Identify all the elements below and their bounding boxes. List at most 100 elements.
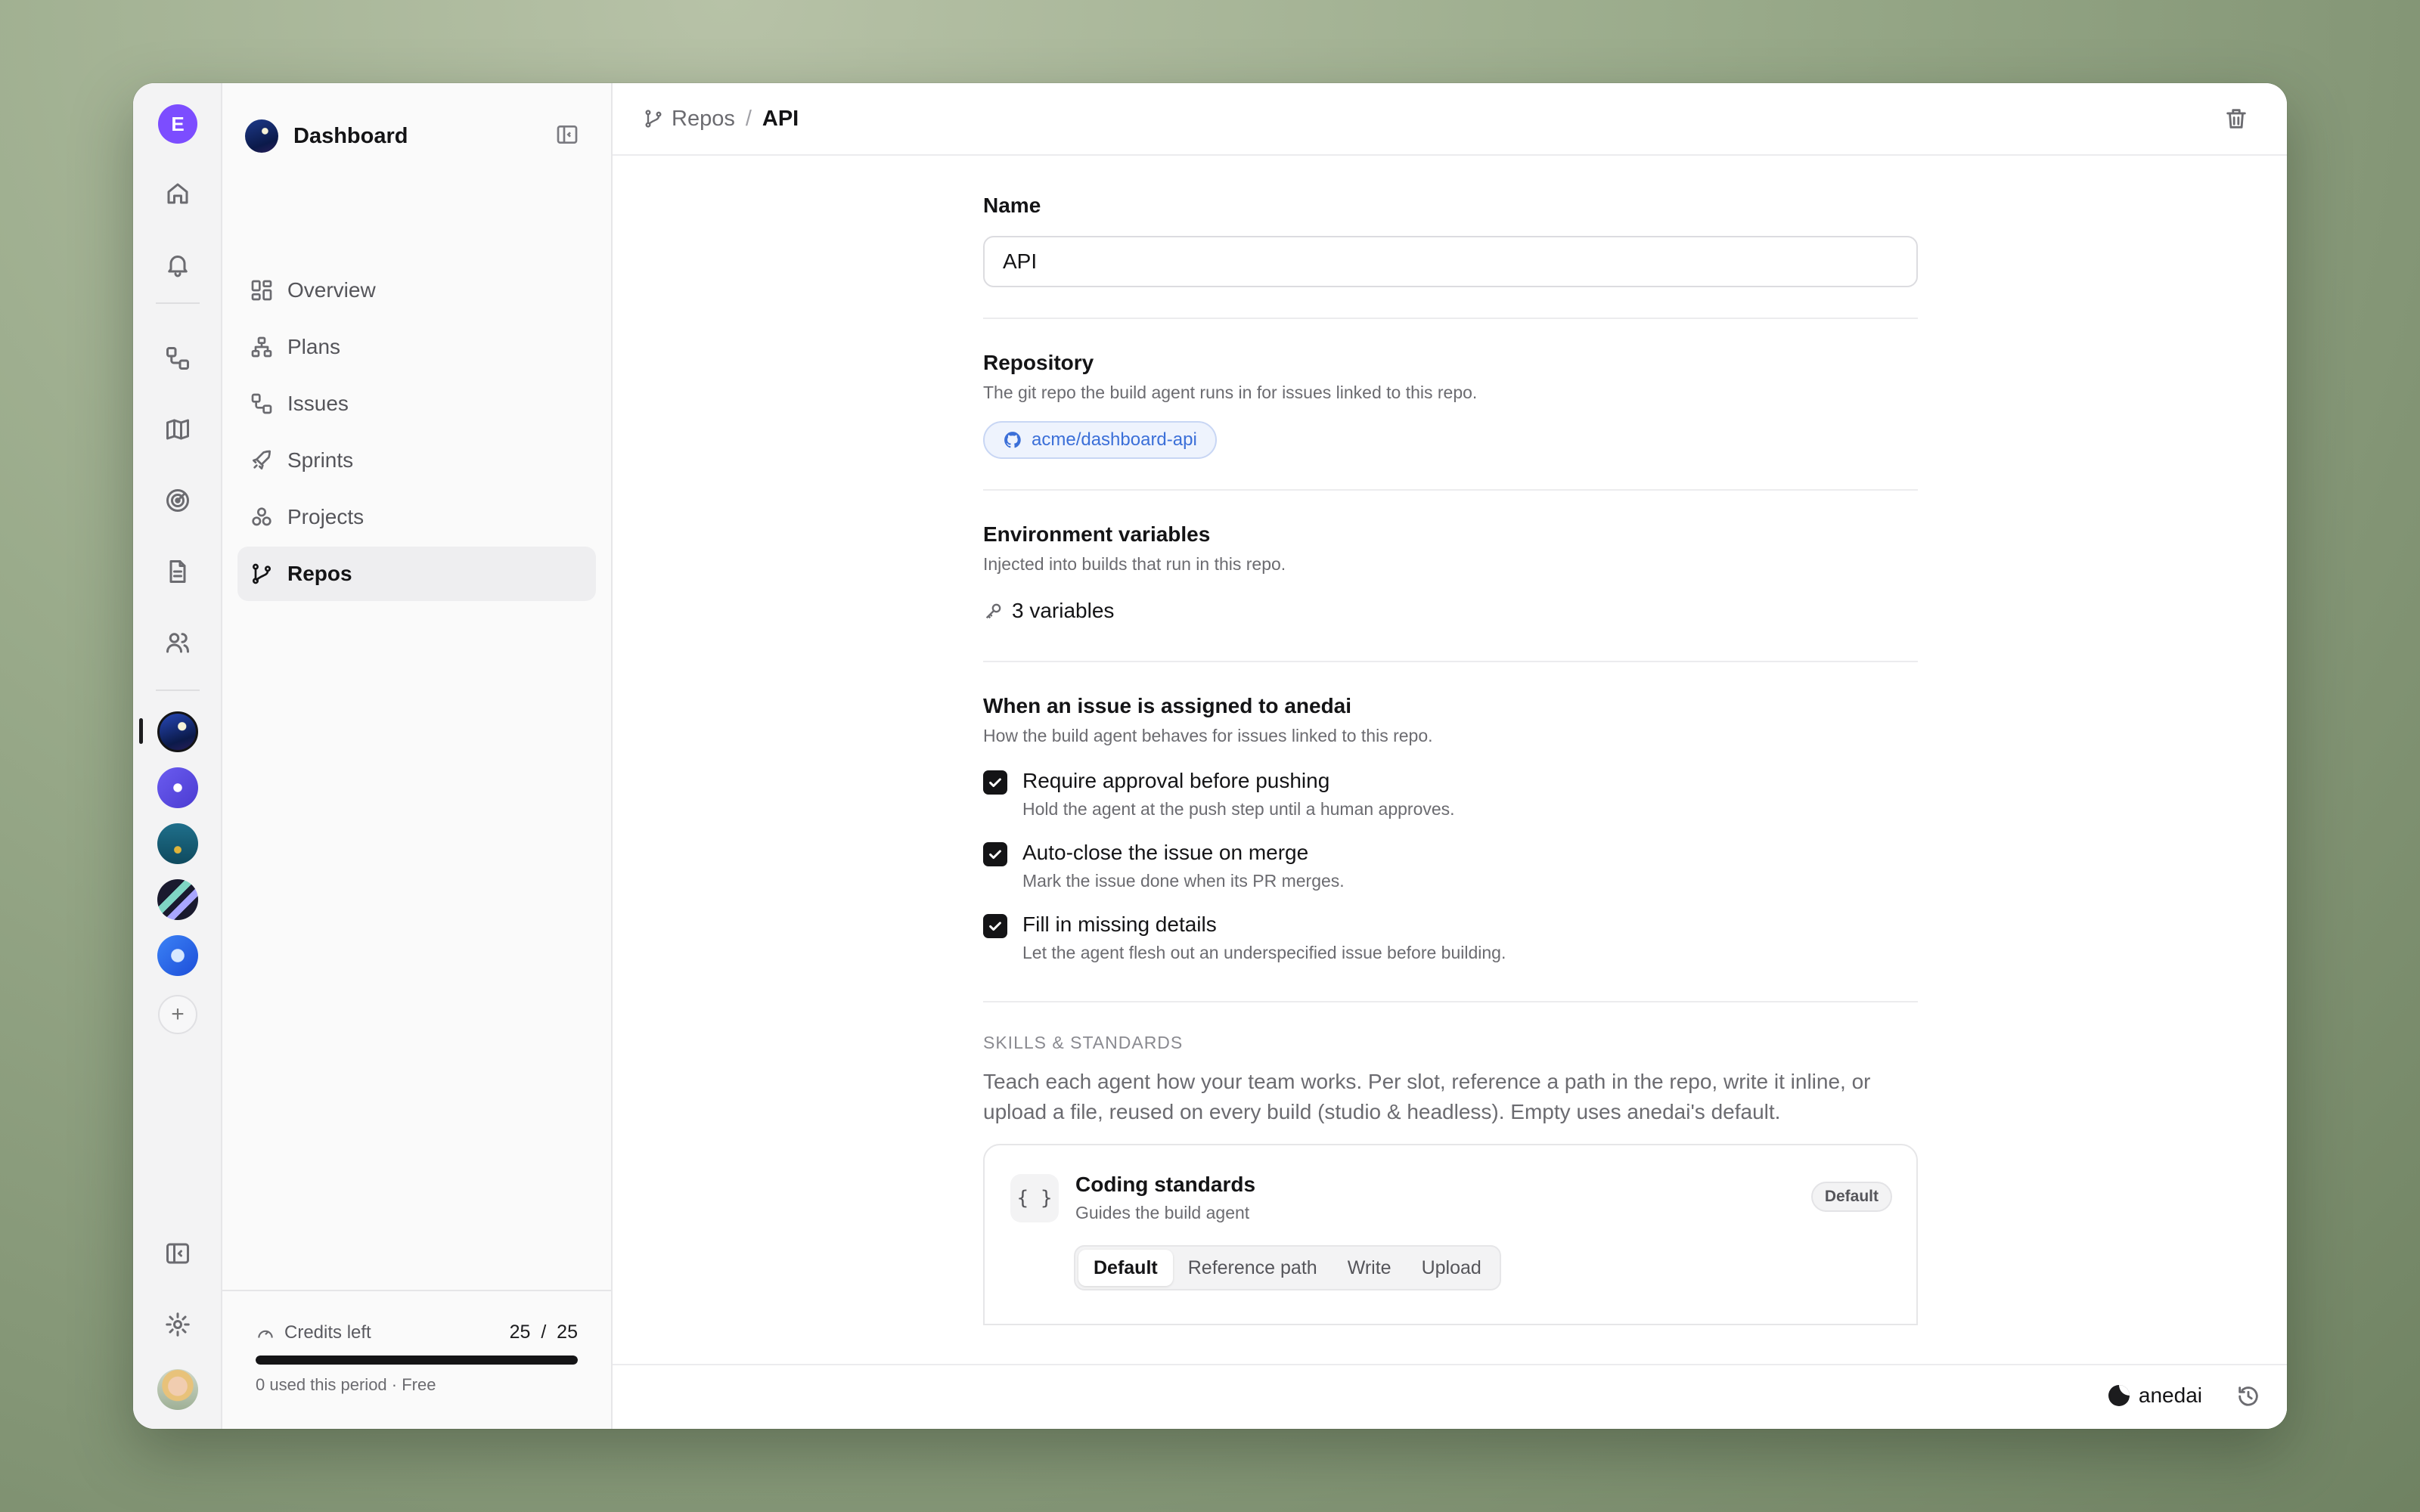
tab-write[interactable]: Write (1333, 1250, 1407, 1286)
gear-icon (166, 1312, 190, 1337)
settings-button[interactable] (133, 1303, 222, 1346)
credits-value: 25 / 25 (509, 1321, 578, 1343)
notifications-button[interactable] (133, 243, 222, 286)
tab-upload[interactable]: Upload (1407, 1250, 1497, 1286)
credits-panel: Credits left 25 / 25 0 used this period … (222, 1290, 611, 1429)
breadcrumb-separator: / (745, 106, 752, 131)
card-subtitle: Guides the build agent (1075, 1203, 1250, 1222)
breadcrumb-current: API (762, 106, 799, 131)
sidebar-nav: Overview Plans Issues Sprints Projects R… (237, 263, 596, 603)
rocket-icon (253, 450, 271, 469)
workspace-forest-icon (157, 823, 198, 864)
sidebar-item-label: Projects (287, 505, 365, 528)
hierarchy-icon (251, 336, 272, 358)
credits-sub: 0 used this period · Free (256, 1375, 436, 1394)
repository-desc: The git repo the build agent runs in for… (983, 383, 1478, 402)
sidebar-item-issues[interactable]: Issues (237, 376, 596, 431)
option-auto-close: Auto-close the issue on merge Mark the i… (983, 841, 1918, 891)
document-icon (169, 560, 186, 583)
toggle-sidebar-button[interactable] (133, 1232, 222, 1275)
collapse-sidebar-button[interactable] (555, 122, 579, 150)
option-title: Fill in missing details (1022, 912, 1217, 936)
sidebar-item-projects[interactable]: Projects (237, 490, 596, 544)
workspace-logo (245, 119, 278, 153)
coding-standards-card: { } Coding standards Guides the build ag… (983, 1144, 1918, 1325)
issues-icon (166, 347, 189, 370)
radar-button[interactable] (133, 479, 222, 522)
assignment-desc: How the build agent behaves for issues l… (983, 726, 1433, 745)
add-workspace-button[interactable]: + (133, 993, 222, 1036)
issues-nav-button[interactable] (133, 337, 222, 380)
require-approval-checkbox[interactable] (983, 770, 1007, 795)
profile-avatar (157, 1369, 198, 1410)
workspace-dashboard-icon (157, 711, 198, 752)
fill-details-checkbox[interactable] (983, 914, 1007, 938)
auto-close-checkbox[interactable] (983, 842, 1007, 866)
workspace-dashboard-button[interactable] (133, 711, 222, 753)
breadcrumb: Repos / API (643, 107, 799, 132)
skills-desc: Teach each agent how your team works. Pe… (983, 1070, 1871, 1123)
profile-button[interactable] (133, 1368, 222, 1411)
skills-section: SKILLS & STANDARDS Teach each agent how … (983, 1002, 1918, 1325)
delete-repo-button[interactable] (2223, 106, 2249, 135)
history-icon (2238, 1387, 2258, 1406)
assignment-label: When an issue is assigned to anedai (983, 694, 1352, 717)
collapse-sidebar-icon (557, 125, 578, 144)
repository-section: Repository The git repo the build agent … (983, 319, 1918, 489)
option-title: Auto-close the issue on merge (1022, 841, 1309, 864)
env-label: Environment variables (983, 522, 1211, 546)
workspace-stripes-icon (157, 879, 198, 920)
members-button[interactable] (133, 621, 222, 664)
repo-chip-label: acme/dashboard-api (1032, 429, 1197, 450)
credits-label-group: Credits left (256, 1322, 371, 1343)
footer-bar: anedai (613, 1364, 2287, 1429)
checkmark-icon (989, 850, 1001, 860)
rail-divider (156, 689, 200, 691)
workspace-cube-button[interactable] (133, 934, 222, 977)
checkmark-icon (989, 778, 1001, 788)
sidebar-item-repos[interactable]: Repos (237, 547, 596, 601)
tab-reference-path[interactable]: Reference path (1173, 1250, 1333, 1286)
tab-default[interactable]: Default (1078, 1250, 1173, 1286)
icon-rail: E + (133, 83, 222, 1429)
skills-title: SKILLS & STANDARDS (983, 1033, 1184, 1052)
git-branch-icon (645, 110, 662, 128)
credits-label: Credits left (284, 1321, 371, 1343)
user-avatar-button[interactable]: E (133, 103, 222, 145)
card-title: Coding standards (1075, 1173, 1256, 1196)
repo-settings-form: Name Repository The git repo the build a… (983, 156, 1918, 1325)
github-icon (1004, 432, 1021, 448)
sidebar-item-sprints[interactable]: Sprints (237, 433, 596, 488)
users-icon (166, 633, 189, 653)
workspace-planet-icon (157, 767, 198, 808)
rail-divider (156, 302, 200, 304)
repo-chip[interactable]: acme/dashboard-api (983, 421, 1217, 459)
sidebar-item-label: Plans (287, 335, 341, 358)
workspace-stripes-button[interactable] (133, 878, 222, 921)
repository-label: Repository (983, 351, 1094, 374)
workspace-title: Dashboard (293, 123, 408, 148)
breadcrumb-parent-link[interactable]: Repos (672, 107, 735, 132)
workspace-forest-button[interactable] (133, 823, 222, 865)
sidebar-header: Dashboard (245, 112, 588, 160)
grid-icon (251, 280, 272, 301)
agent-selector[interactable]: anedai (2108, 1383, 2202, 1408)
docs-button[interactable] (133, 550, 222, 593)
agent-logo-icon (2108, 1385, 2130, 1406)
sidebar-item-label: Overview (287, 278, 376, 302)
env-variables-button[interactable]: 3 variables (983, 599, 1918, 623)
sidebar-item-overview[interactable]: Overview (237, 263, 596, 318)
projects-icon (252, 507, 271, 526)
key-icon (985, 603, 1001, 619)
name-input[interactable] (983, 236, 1918, 287)
env-variables-count: 3 variables (1012, 599, 1115, 622)
roadmap-button[interactable] (133, 408, 222, 451)
workspace-planet-button[interactable] (133, 767, 222, 809)
home-icon (167, 183, 188, 204)
option-title: Require approval before pushing (1022, 769, 1330, 792)
top-bar: Repos / API (613, 83, 2287, 156)
history-button[interactable] (2235, 1383, 2261, 1413)
sidebar-item-plans[interactable]: Plans (237, 320, 596, 374)
sidebar-item-label: Repos (287, 562, 352, 585)
home-button[interactable] (133, 172, 222, 215)
